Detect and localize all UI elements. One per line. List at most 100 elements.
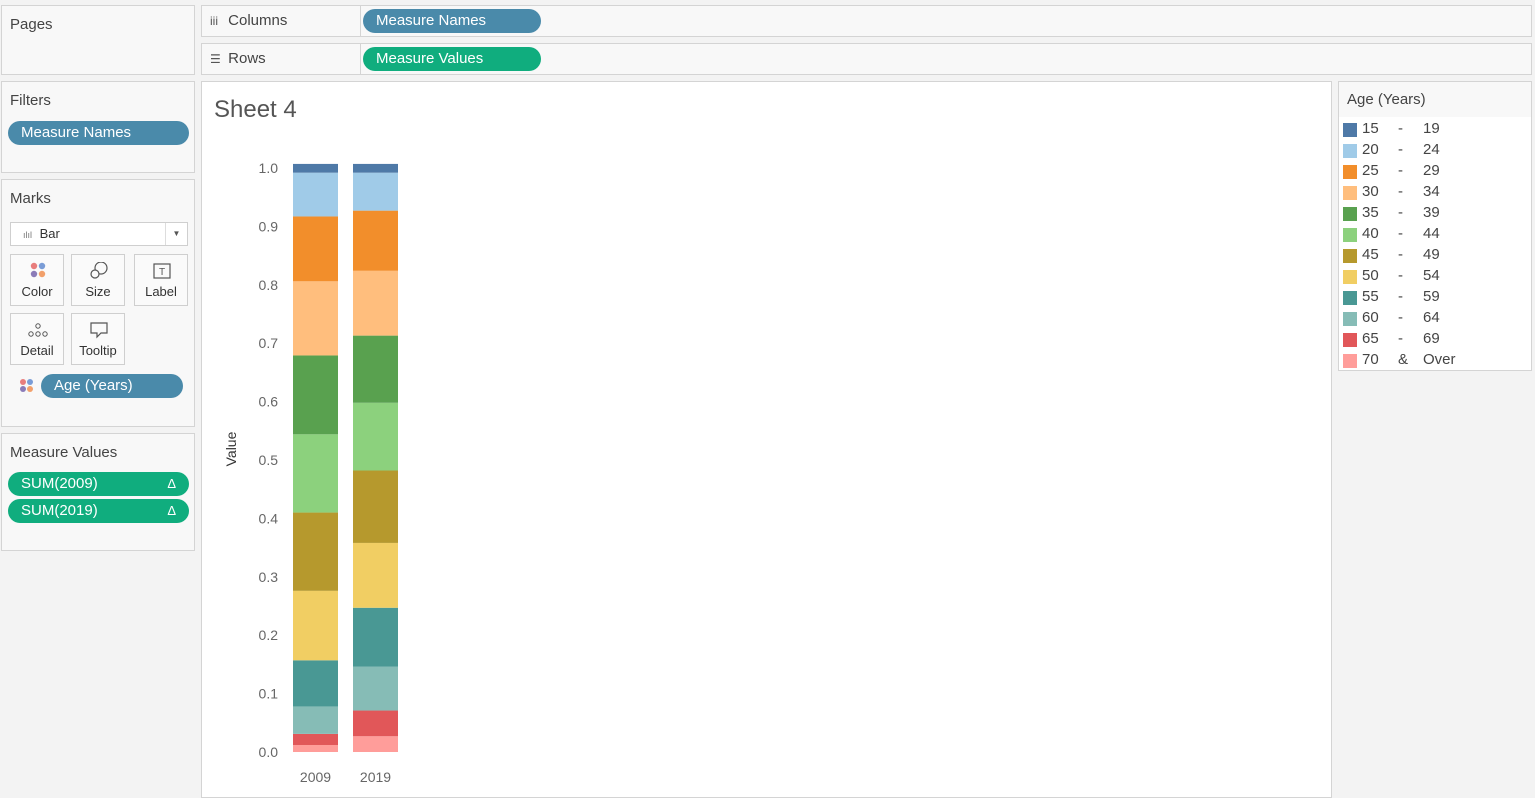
legend-label-part: 44 — [1423, 225, 1440, 242]
stacked-bar-chart[interactable]: 0.0 0.1 0.2 0.3 0.4 0.5 0.6 0.7 0.8 0.9 1.0 Value 20… — [202, 82, 1331, 797]
bar-segment[interactable] — [293, 733, 338, 745]
legend-label-part: 65 — [1362, 330, 1379, 347]
legend-label-part: 64 — [1423, 309, 1440, 326]
bar-segment[interactable] — [293, 512, 338, 591]
bar-segment[interactable] — [353, 335, 398, 403]
label-button-label: Label — [145, 284, 177, 299]
legend-label-part: - — [1398, 288, 1403, 305]
size-button-label: Size — [85, 284, 111, 299]
legend-label-part: - — [1398, 183, 1403, 200]
legend-label-part: 59 — [1423, 288, 1440, 305]
bar-chart-icon: ılıl — [23, 230, 32, 240]
legend-item[interactable]: 60 - 64 — [1343, 308, 1528, 329]
color-legend[interactable]: Age (Years) 15 - 19 20 - 24 25 - 29 30 - 34 35 - 39 40 -… — [1338, 81, 1532, 371]
bar-segment[interactable] — [293, 590, 338, 661]
legend-label-part: 20 — [1362, 141, 1379, 158]
legend-item[interactable]: 70 & Over — [1343, 350, 1528, 371]
bar-segment[interactable] — [353, 666, 398, 711]
legend-item[interactable]: 30 - 34 — [1343, 182, 1528, 203]
bar-segment[interactable] — [353, 470, 398, 543]
measure-values-panel[interactable]: Measure Values SUM(2009) Δ SUM(2019) Δ — [1, 433, 195, 551]
legend-label-part: 55 — [1362, 288, 1379, 305]
measure-values-title: Measure Values — [10, 444, 118, 461]
legend-swatch — [1343, 228, 1357, 242]
visualization-area[interactable]: Sheet 4 0.0 0.1 0.2 0.3 0.4 0.5 0.6 0.7 0.8 0.9 1.… — [201, 81, 1332, 798]
legend-item[interactable]: 55 - 59 — [1343, 287, 1528, 308]
bar-segment[interactable] — [353, 172, 398, 211]
filter-pill-measure-names[interactable]: Measure Names — [8, 121, 189, 145]
bar-segment[interactable] — [353, 210, 398, 271]
legend-swatch — [1343, 207, 1357, 221]
bar-segment[interactable] — [293, 163, 338, 173]
legend-label-part: 19 — [1423, 120, 1440, 137]
measure-pill-sum-2009[interactable]: SUM(2009) Δ — [8, 472, 189, 496]
color-pill-age-years[interactable]: Age (Years) — [41, 374, 183, 398]
tooltip-button-label: Tooltip — [79, 343, 117, 358]
legend-label-part: & — [1398, 351, 1409, 368]
marks-title: Marks — [10, 190, 51, 207]
legend-item[interactable]: 25 - 29 — [1343, 161, 1528, 182]
color-encoding-icon — [20, 379, 33, 392]
chevron-down-icon[interactable]: ▼ — [165, 223, 187, 245]
filters-panel[interactable]: Filters Measure Names — [1, 81, 195, 173]
legend-item[interactable]: 15 - 19 — [1343, 119, 1528, 140]
rows-shelf-label: ☰ Rows — [202, 44, 361, 74]
label-button[interactable]: T Label — [134, 254, 188, 306]
legend-swatch — [1343, 144, 1357, 158]
legend-label-part: - — [1398, 204, 1403, 221]
legend-item[interactable]: 20 - 24 — [1343, 140, 1528, 161]
y-tick-label: 0.3 — [259, 569, 279, 585]
legend-swatch — [1343, 270, 1357, 284]
bar-segment[interactable] — [353, 270, 398, 336]
legend-item[interactable]: 45 - 49 — [1343, 245, 1528, 266]
tooltip-button[interactable]: Tooltip — [71, 313, 125, 365]
bar-segment[interactable] — [353, 736, 398, 752]
bar-segment[interactable] — [293, 355, 338, 435]
pages-panel[interactable]: Pages — [1, 5, 195, 75]
bar-segment[interactable] — [353, 163, 398, 173]
legend-item[interactable]: 40 - 44 — [1343, 224, 1528, 245]
legend-item[interactable]: 50 - 54 — [1343, 266, 1528, 287]
pages-title: Pages — [10, 16, 53, 33]
bar-segment[interactable] — [353, 542, 398, 608]
legend-swatch — [1343, 354, 1357, 368]
bar-segment[interactable] — [293, 706, 338, 734]
legend-swatch — [1343, 312, 1357, 326]
bar-segment[interactable] — [293, 434, 338, 513]
legend-item[interactable]: 35 - 39 — [1343, 203, 1528, 224]
bar-segment[interactable] — [353, 402, 398, 471]
bar-segment[interactable] — [293, 281, 338, 356]
legend-label-part: 50 — [1362, 267, 1379, 284]
label-text-icon: T — [153, 263, 171, 279]
legend-label-part: Over — [1423, 351, 1456, 368]
rows-pill-measure-values[interactable]: Measure Values — [363, 47, 541, 71]
bar-segment[interactable] — [293, 216, 338, 282]
columns-pill-measure-names[interactable]: Measure Names — [363, 9, 541, 33]
measure-pill-sum-2019[interactable]: SUM(2019) Δ — [8, 499, 189, 523]
legend-label-part: 69 — [1423, 330, 1440, 347]
mark-type-dropdown[interactable]: ılıl Bar ▼ — [10, 222, 188, 246]
detail-button[interactable]: Detail — [10, 313, 64, 365]
tooltip-bubble-icon — [90, 322, 108, 339]
legend-label-part: 24 — [1423, 141, 1440, 158]
legend-label-part: - — [1398, 246, 1403, 263]
y-tick-label: 0.8 — [259, 277, 279, 293]
legend-label-part: - — [1398, 120, 1403, 137]
columns-icon: iii — [210, 14, 218, 28]
legend-label-part: 70 — [1362, 351, 1379, 368]
y-axis-label: Value — [223, 431, 239, 466]
size-icon — [90, 262, 108, 279]
bar-segment[interactable] — [293, 172, 338, 217]
legend-item[interactable]: 65 - 69 — [1343, 329, 1528, 350]
rows-shelf[interactable]: ☰ Rows Measure Values — [201, 43, 1532, 75]
bar-segment[interactable] — [293, 744, 338, 752]
bar-segment[interactable] — [353, 710, 398, 737]
bar-segment[interactable] — [293, 660, 338, 707]
marks-panel[interactable]: Marks ılıl Bar ▼ Color Size T Label Deta… — [1, 179, 195, 427]
size-button[interactable]: Size — [71, 254, 125, 306]
color-button[interactable]: Color — [10, 254, 64, 306]
columns-shelf[interactable]: iii Columns Measure Names — [201, 5, 1532, 37]
bar-segment[interactable] — [353, 607, 398, 667]
detail-dots-icon — [28, 323, 48, 337]
legend-label-part: 29 — [1423, 162, 1440, 179]
